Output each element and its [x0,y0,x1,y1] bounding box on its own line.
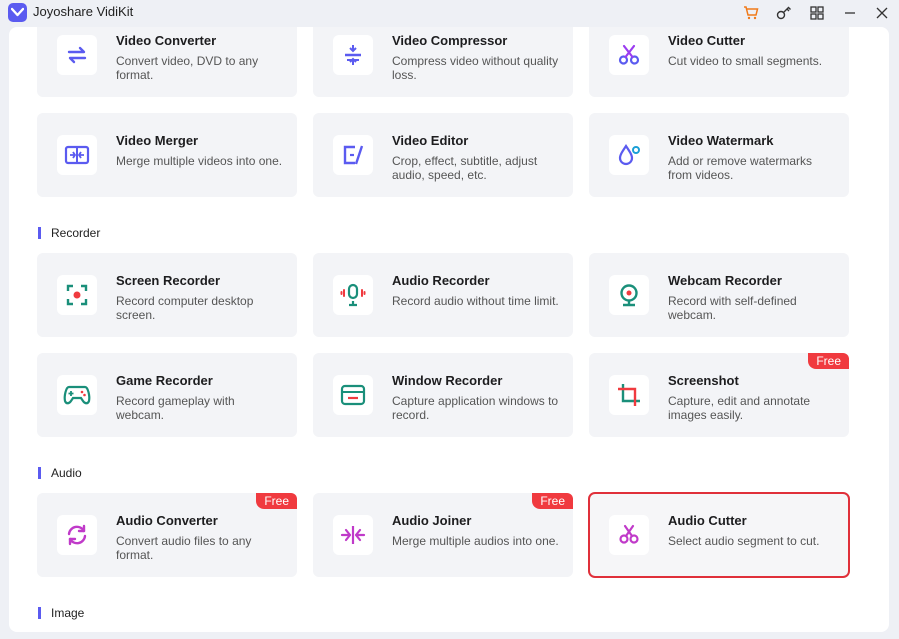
card-title: Video Editor [392,133,469,148]
card-title: Screen Recorder [116,273,221,288]
card-description: Merge multiple videos into one. [116,154,283,168]
card-title: Video Cutter [668,33,746,48]
card-description: Record audio without time limit. [392,294,559,308]
app-logo-icon [8,3,27,22]
card-screen-recorder[interactable]: Screen Recorder Record computer desktop … [37,253,297,337]
card-description: Convert video, DVD to any format. [116,54,259,82]
card-description: Cut video to small segments. [668,54,823,68]
section-image: Image [38,606,84,620]
card-title: Video Watermark [668,133,774,148]
screen-record-icon [57,275,97,315]
merge-icon [57,135,97,175]
card-title: Screenshot [668,373,739,388]
free-badge: Free [808,353,849,369]
edit-icon [333,135,373,175]
gamepad-icon [57,375,97,415]
card-description: Capture, edit and annotate images easily… [668,394,811,422]
card-title: Game Recorder [116,373,213,388]
card-description: Record with self-defined webcam. [668,294,797,322]
tools-panel: Video Converter Convert video, DVD to an… [9,27,889,632]
card-description: Capture application windows to record. [392,394,559,422]
card-video-cutter[interactable]: Video Cutter Cut video to small segments… [589,27,849,97]
card-video-converter[interactable]: Video Converter Convert video, DVD to an… [37,27,297,97]
minimize-icon[interactable] [839,3,861,23]
section-audio: Audio [38,466,82,480]
crop-icon [609,375,649,415]
section-recorder: Recorder [38,226,100,240]
card-title: Audio Joiner [392,513,472,528]
scissors-icon [609,35,649,75]
close-icon[interactable] [871,3,893,23]
webcam-icon [609,275,649,315]
card-screenshot[interactable]: Screenshot Capture, edit and annotate im… [589,353,849,437]
card-title: Webcam Recorder [668,273,782,288]
card-video-compressor[interactable]: Video Compressor Compress video without … [313,27,573,97]
free-badge: Free [532,493,573,509]
card-audio-converter[interactable]: Audio Converter Convert audio files to a… [37,493,297,577]
card-game-recorder[interactable]: Game Recorder Record gameplay with webca… [37,353,297,437]
card-title: Video Merger [116,133,199,148]
card-video-editor[interactable]: Video Editor Crop, effect, subtitle, adj… [313,113,573,197]
watermark-drop-icon [609,135,649,175]
app-title: Joyoshare VidiKit [33,4,134,19]
card-description: Select audio segment to cut. [668,534,820,548]
microphone-icon [333,275,373,315]
title-bar: Joyoshare VidiKit [0,0,899,26]
menu-grid-icon[interactable] [806,3,828,23]
compress-icon [333,35,373,75]
card-description: Convert audio files to any format. [116,534,252,562]
card-title: Video Converter [116,33,217,48]
cart-icon[interactable] [740,3,762,23]
card-title: Audio Recorder [392,273,490,288]
card-title: Window Recorder [392,373,503,388]
audio-convert-icon [57,515,97,555]
card-description: Add or remove watermarks from videos. [668,154,813,182]
card-webcam-recorder[interactable]: Webcam Recorder Record with self-defined… [589,253,849,337]
card-description: Merge multiple audios into one. [392,534,559,548]
card-audio-cutter[interactable]: Audio Cutter Select audio segment to cut… [588,492,850,578]
card-description: Crop, effect, subtitle, adjust audio, sp… [392,154,538,182]
card-title: Audio Converter [116,513,218,528]
card-window-recorder[interactable]: Window Recorder Capture application wind… [313,353,573,437]
card-description: Record computer desktop screen. [116,294,254,322]
convert-arrows-icon [57,35,97,75]
free-badge: Free [256,493,297,509]
card-video-merger[interactable]: Video Merger Merge multiple videos into … [37,113,297,197]
key-icon[interactable] [773,3,795,23]
audio-scissors-icon [609,515,649,555]
card-video-watermark[interactable]: Video Watermark Add or remove watermarks… [589,113,849,197]
card-audio-joiner[interactable]: Audio Joiner Merge multiple audios into … [313,493,573,577]
window-icon [333,375,373,415]
card-description: Record gameplay with webcam. [116,394,235,422]
card-description: Compress video without quality loss. [392,54,559,82]
join-icon [333,515,373,555]
card-title: Audio Cutter [668,513,747,528]
card-title: Video Compressor [392,33,508,48]
card-audio-recorder[interactable]: Audio Recorder Record audio without time… [313,253,573,337]
